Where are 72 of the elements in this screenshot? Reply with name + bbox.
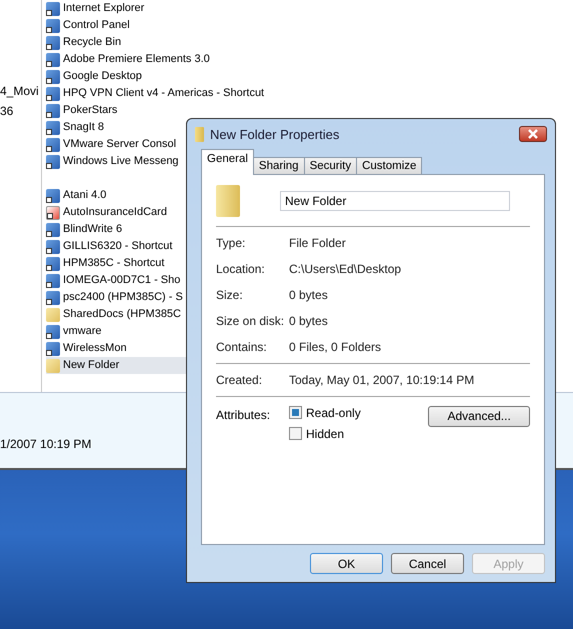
property-value: Today, May 01, 2007, 10:19:14 PM [289, 372, 476, 387]
shortcut-icon [46, 36, 60, 50]
close-icon [527, 129, 539, 140]
property-label: Size: [216, 288, 244, 302]
file-item[interactable]: Adobe Premiere Elements 3.0 [46, 51, 210, 68]
attributes-label: Attributes: [216, 406, 272, 422]
attribute-checkbox[interactable]: Hidden [289, 426, 428, 441]
property-value: 0 bytes [289, 314, 329, 328]
property-label: Contains: [216, 340, 268, 354]
file-item[interactable]: Windows Live Messeng [46, 153, 184, 170]
dialog-button[interactable]: OK [310, 553, 383, 574]
tab[interactable]: General [201, 148, 254, 175]
shortcut-icon [46, 70, 60, 84]
file-item[interactable]: AutoInsuranceIdCard [46, 204, 184, 221]
shortcut-icon [46, 18, 60, 32]
file-item[interactable]: HPM385C - Shortcut [46, 255, 184, 272]
file-item[interactable]: Recycle Bin [46, 34, 184, 51]
property-value: C:\Users\Ed\Desktop [289, 262, 402, 276]
file-icon [46, 222, 60, 236]
tab[interactable]: Security [304, 156, 358, 174]
file-item[interactable]: IOMEGA-00D7C1 - Sho [46, 272, 184, 289]
property-value: File Folder [289, 236, 347, 250]
file-icon [46, 274, 60, 288]
tab[interactable]: Customize [356, 156, 422, 174]
shortcut-icon [46, 86, 60, 100]
file-item[interactable]: WirelessMon [46, 340, 184, 357]
file-item[interactable]: New Folder [46, 357, 186, 374]
shortcut-icon [46, 52, 60, 66]
property-label: Location: [216, 262, 266, 276]
file-item[interactable]: GILLIS6320 - Shortcut [46, 238, 184, 255]
shortcut-icon [46, 154, 60, 168]
advanced-button[interactable]: Advanced... [428, 406, 530, 427]
file-icon [46, 240, 60, 254]
file-item[interactable]: Control Panel [46, 17, 184, 34]
file-icon [46, 358, 60, 372]
close-button[interactable] [519, 126, 547, 142]
shortcut-icon [46, 120, 60, 134]
file-item[interactable]: SharedDocs (HPM385C [46, 306, 184, 323]
file-item[interactable]: vmware [46, 323, 184, 340]
file-icon [46, 256, 60, 270]
file-item[interactable]: Internet Explorer [46, 0, 184, 17]
shortcut-icon [46, 138, 60, 152]
file-item[interactable]: BlindWrite 6 [46, 221, 184, 238]
column-text: 4_Movi [0, 84, 39, 98]
file-item[interactable]: HPQ VPN Client v4 - Americas - Shortcut [46, 85, 264, 102]
file-item[interactable]: Atani 4.0 [46, 187, 184, 204]
name-field[interactable]: New Folder [280, 190, 510, 211]
file-icon [46, 290, 60, 304]
property-label: Type: [216, 236, 246, 250]
file-icon [46, 188, 60, 202]
file-icon [46, 206, 60, 220]
attribute-checkbox[interactable]: Read-only [289, 406, 428, 420]
file-icon [46, 342, 60, 356]
property-label: Size on disk: [216, 314, 286, 328]
window-title: New Folder Properties [210, 126, 340, 142]
folder-icon [216, 184, 240, 217]
file-item[interactable]: VMware Server Consol [46, 136, 184, 153]
file-icon [46, 324, 60, 338]
file-item[interactable]: PokerStars [46, 102, 184, 119]
property-value: 0 bytes [289, 288, 329, 302]
file-icon [46, 308, 60, 322]
file-item[interactable]: psc2400 (HPM385C) - S [46, 289, 184, 306]
date-text: 1/2007 10:19 PM [0, 437, 92, 451]
column-text: 36 [0, 104, 14, 118]
file-item[interactable]: Google Desktop [46, 68, 184, 85]
property-label: Created: [216, 372, 264, 387]
shortcut-icon [46, 104, 60, 118]
property-value: 0 Files, 0 Folders [289, 340, 382, 354]
folder-icon [195, 126, 204, 142]
tab[interactable]: Sharing [252, 156, 305, 174]
file-item[interactable]: SnagIt 8 [46, 119, 184, 136]
dialog-button[interactable]: Cancel [391, 553, 464, 574]
